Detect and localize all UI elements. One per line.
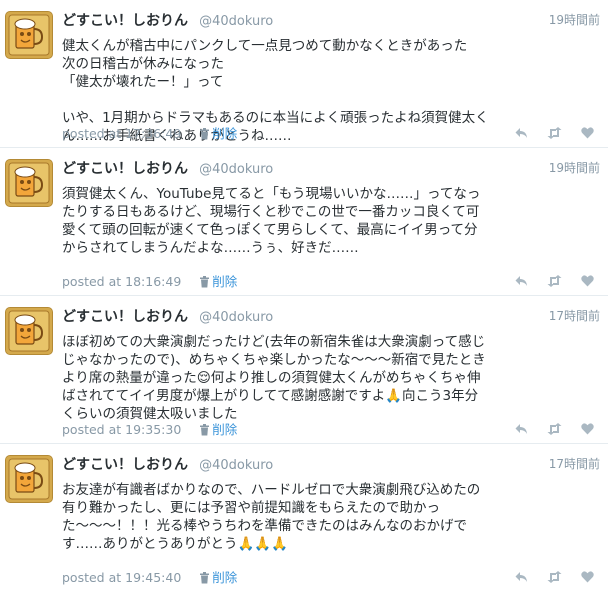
trash-icon (200, 128, 210, 140)
delete-label: 削除 (212, 126, 238, 141)
posted-at: posted at 18:16:49 (62, 274, 182, 289)
avatar[interactable] (5, 159, 53, 207)
timestamp[interactable]: 19時間前 (549, 11, 600, 28)
avatar[interactable] (5, 307, 53, 355)
tweet-header: どすこい！しおりん @40dokuro 17時間前 (62, 454, 600, 474)
delete-button[interactable]: 削除 (199, 422, 237, 437)
user-handle[interactable]: @40dokuro (199, 162, 273, 177)
beer-mug-avatar-icon (6, 12, 52, 58)
reply-icon[interactable] (515, 420, 528, 439)
trash-icon (200, 424, 210, 436)
tweet-header: どすこい！しおりん @40dokuro 19時間前 (62, 10, 600, 30)
posted-at: posted at 19:35:30 (62, 422, 182, 437)
tweet-item: どすこい！しおりん @40dokuro 17時間前 ほぼ初めての大衆演劇だったけ… (0, 296, 608, 444)
user-handle[interactable]: @40dokuro (199, 458, 273, 473)
delete-button[interactable]: 削除 (199, 274, 237, 289)
delete-label: 削除 (212, 422, 238, 437)
tweet-item: どすこい！しおりん @40dokuro 19時間前 須賀健太くん、YouTube… (0, 148, 608, 296)
user-handle[interactable]: @40dokuro (199, 310, 273, 325)
delete-button[interactable]: 削除 (199, 570, 237, 585)
tweet-footer: posted at 19:45:40 削除 (62, 567, 237, 586)
delete-label: 削除 (212, 274, 238, 289)
timestamp[interactable]: 19時間前 (549, 159, 600, 176)
tweet-actions (501, 271, 594, 287)
beer-mug-avatar-icon (6, 308, 52, 354)
heart-icon[interactable] (581, 420, 594, 439)
posted-at: posted at 19:45:40 (62, 570, 182, 585)
retweet-icon[interactable] (547, 272, 562, 291)
tweet-footer: posted at 17:36:49 削除 (62, 123, 237, 142)
tweet-footer: posted at 18:16:49 削除 (62, 271, 237, 290)
display-name[interactable]: どすこい！しおりん (62, 13, 188, 29)
display-name[interactable]: どすこい！しおりん (62, 457, 188, 473)
heart-icon[interactable] (581, 568, 594, 587)
tweet-header: どすこい！しおりん @40dokuro 19時間前 (62, 158, 600, 178)
reply-icon[interactable] (515, 124, 528, 143)
tweet-footer: posted at 19:35:30 削除 (62, 419, 237, 438)
beer-mug-avatar-icon (6, 456, 52, 502)
tweet-actions (501, 123, 594, 139)
delete-button[interactable]: 削除 (199, 126, 237, 141)
avatar[interactable] (5, 11, 53, 59)
timeline: どすこい！しおりん @40dokuro 19時間前 健太くんが稽古中にパンクして… (0, 0, 608, 592)
tweet-actions (501, 419, 594, 435)
user-handle[interactable]: @40dokuro (199, 14, 273, 29)
display-name[interactable]: どすこい！しおりん (62, 309, 188, 325)
tweet-header: どすこい！しおりん @40dokuro 17時間前 (62, 306, 600, 326)
retweet-icon[interactable] (547, 420, 562, 439)
reply-icon[interactable] (515, 272, 528, 291)
display-name[interactable]: どすこい！しおりん (62, 161, 188, 177)
tweet-text: ほぼ初めての大衆演劇だったけど(去年の新宿朱雀は大衆演劇って感じじゃなかったので… (62, 334, 486, 422)
timestamp[interactable]: 17時間前 (549, 307, 600, 324)
tweet-text: 須賀健太くん、YouTube見てると「もう現場いいかな……」ってなったりする日も… (62, 186, 481, 256)
tweet-item: どすこい！しおりん @40dokuro 19時間前 健太くんが稽古中にパンクして… (0, 0, 608, 148)
retweet-icon[interactable] (547, 124, 562, 143)
reply-icon[interactable] (515, 568, 528, 587)
heart-icon[interactable] (581, 124, 594, 143)
tweet-actions (501, 567, 594, 583)
posted-at: posted at 17:36:49 (62, 126, 182, 141)
timestamp[interactable]: 17時間前 (549, 455, 600, 472)
heart-icon[interactable] (581, 272, 594, 291)
trash-icon (200, 572, 210, 584)
retweet-icon[interactable] (547, 568, 562, 587)
tweet-text: お友達が有識者ばかりなので、ハードルゼロで大衆演劇飛び込めたの有り難かったし、更… (62, 482, 481, 552)
trash-icon (200, 276, 210, 288)
avatar[interactable] (5, 455, 53, 503)
tweet-item: どすこい！しおりん @40dokuro 17時間前 お友達が有識者ばかりなので、… (0, 444, 608, 592)
delete-label: 削除 (212, 570, 238, 585)
beer-mug-avatar-icon (6, 160, 52, 206)
